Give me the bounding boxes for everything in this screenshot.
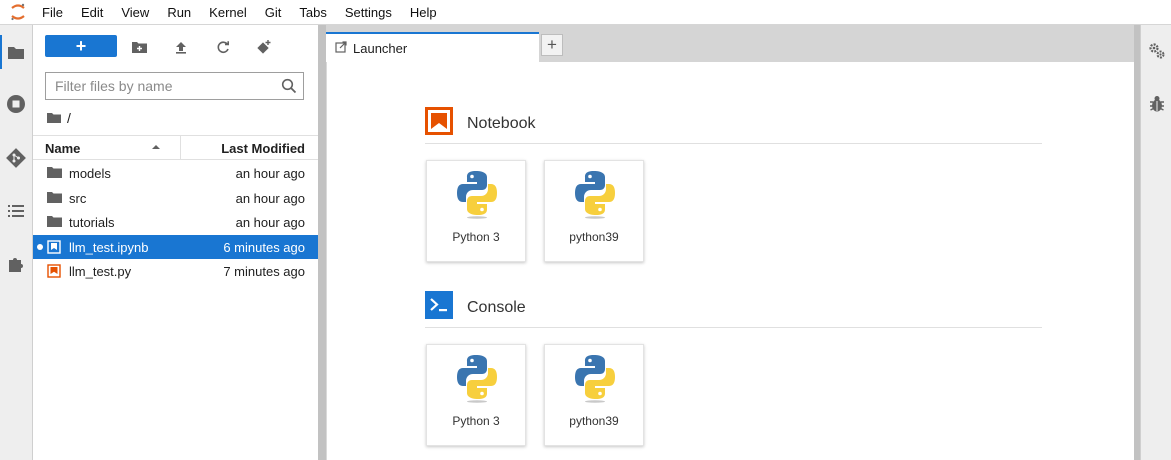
menu-tabs[interactable]: Tabs [290,0,335,25]
menu-settings[interactable]: Settings [336,0,401,25]
file-row-tutorials[interactable]: tutorials an hour ago [33,210,318,235]
right-activity-bar [1140,25,1171,460]
search-icon [281,78,297,94]
launcher-panel: Notebook Python 3 python39 Console Pytho… [326,62,1134,460]
file-name: llm_test.ipynb [69,239,149,255]
launcher-tab-icon [335,40,347,56]
section-divider [425,143,1042,144]
menu-run[interactable]: Run [158,0,200,25]
section-divider [425,327,1042,328]
section-title: Console [467,298,526,316]
home-folder-icon[interactable] [47,110,61,126]
notebook-icon [425,107,453,140]
notebook-file-icon [47,239,63,255]
running-indicator [37,243,43,250]
console-python39-card[interactable]: python39 [544,344,644,446]
menu-help[interactable]: Help [401,0,446,25]
column-divider [180,136,181,160]
new-tab-button[interactable]: + [541,34,563,56]
file-name: llm_test.py [69,264,132,279]
folder-icon[interactable] [0,35,27,69]
menu-git[interactable]: Git [256,0,291,25]
menu-bar: File Edit View Run Kernel Git Tabs Setti… [0,0,1171,25]
refresh-icon[interactable] [214,38,232,56]
file-name: tutorials [69,215,115,230]
file-modified: an hour ago [235,166,305,181]
new-launcher-button[interactable]: + [45,35,117,57]
file-name: src [69,190,87,206]
left-activity-bar [0,25,33,460]
section-title: Notebook [467,114,536,132]
python-logo-icon [575,355,615,403]
console-icon [425,291,453,324]
column-name[interactable]: Name [45,141,80,156]
extension-icon[interactable] [5,253,27,275]
new-tab-label: + [547,35,557,54]
new-launcher-label: + [75,36,87,56]
python-file-icon [47,264,63,279]
file-modified: 7 minutes ago [223,264,305,279]
table-of-contents-icon[interactable] [5,200,27,222]
column-last-modified[interactable]: Last Modified [221,141,305,156]
file-row-src[interactable]: src an hour ago [33,186,318,211]
menu-file[interactable]: File [36,0,72,25]
menu-view[interactable]: View [112,0,158,25]
notebook-python3-card[interactable]: Python 3 [426,160,526,262]
file-row-llm-test-py[interactable]: llm_test.py 7 minutes ago [33,259,318,284]
upload-icon[interactable] [172,38,190,56]
file-list: models an hour ago src an hour ago tutor… [33,161,318,284]
file-browser: + / Name Last Modified [33,25,318,460]
console-section-header: Console [425,291,526,324]
file-modified: an hour ago [235,190,305,206]
console-python3-card[interactable]: Python 3 [426,344,526,446]
sort-ascending-icon[interactable] [151,140,161,157]
jupyter-logo-icon [0,0,36,25]
breadcrumb-root[interactable]: / [67,110,71,126]
filter-files-field[interactable] [45,72,304,100]
menu-edit[interactable]: Edit [72,0,112,25]
git-icon[interactable] [5,147,27,169]
kernel-label: python39 [569,230,619,244]
notebook-python39-card[interactable]: python39 [544,160,644,262]
folder-icon [47,215,63,230]
kernel-label: Python 3 [452,414,500,428]
property-inspector-icon[interactable] [1147,41,1167,61]
menu-kernel[interactable]: Kernel [200,0,256,25]
filter-files-input[interactable] [46,73,289,99]
file-row-models[interactable]: models an hour ago [33,161,318,186]
file-modified: 6 minutes ago [223,239,305,255]
python-logo-icon [457,355,497,403]
file-list-header: Name Last Modified [33,135,318,160]
tab-bar: Launcher + [326,25,1136,62]
folder-icon [47,191,63,206]
kernel-label: Python 3 [452,230,500,244]
running-icon[interactable] [5,93,27,115]
file-name: models [69,166,111,181]
python-logo-icon [575,171,615,219]
breadcrumb: / [47,109,71,127]
notebook-section-header: Notebook [425,107,536,140]
git-clone-icon[interactable] [255,38,273,56]
folder-icon [47,166,63,181]
python-logo-icon [457,171,497,219]
new-folder-icon[interactable] [130,38,148,56]
tab-label: Launcher [353,40,408,56]
debugger-icon[interactable] [1147,94,1167,114]
file-row-llm-test-ipynb[interactable]: llm_test.ipynb 6 minutes ago [33,234,318,259]
tab-launcher[interactable]: Launcher [326,32,539,62]
file-modified: an hour ago [235,215,305,230]
panel-splitter[interactable] [318,25,326,460]
kernel-label: python39 [569,414,619,428]
file-browser-toolbar: + [33,25,318,67]
